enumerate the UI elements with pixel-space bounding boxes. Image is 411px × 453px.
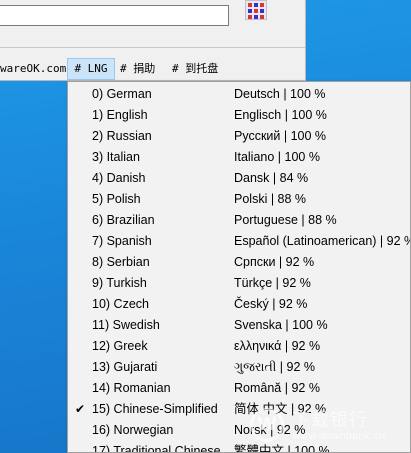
language-native-name: Englisch | 100 % <box>234 108 327 122</box>
language-menu-item[interactable]: 2) Russian Русский | 100 % <box>68 126 410 147</box>
watermark-title: 下载银行 <box>292 410 368 431</box>
language-native-name: Polski | 88 % <box>234 192 307 206</box>
watermark: W 下载银行 www.downbank.cn <box>250 404 410 450</box>
language-name: 5) Polish <box>92 192 141 206</box>
language-native-name: Español (Latinoamerican) | 92 % <box>234 234 411 248</box>
app-window: wareOK.com # LNG # 捐助 # 到托盘 <box>0 0 306 81</box>
language-menu-item[interactable]: 4) Danish Dansk | 84 % <box>68 168 410 189</box>
language-native-name: Portuguese | 88 % <box>234 213 337 227</box>
grid-app-icon[interactable] <box>245 0 267 20</box>
language-native-name: Deutsch | 100 % <box>234 87 326 101</box>
language-name: 11) Swedish <box>92 318 160 332</box>
language-menu-item[interactable]: 11) Swedish Svenska | 100 % <box>68 315 410 336</box>
language-dropdown-menu: 0) German Deutsch | 100 % 1) English Englis… <box>67 81 411 453</box>
language-native-name: Română | 92 % <box>234 381 320 395</box>
language-name: 4) Danish <box>92 171 146 185</box>
to-tray-menu[interactable]: # 到托盘 <box>172 58 218 80</box>
language-name: 6) Brazilian <box>92 213 155 227</box>
language-native-name: Türkçe | 92 % <box>234 276 311 290</box>
language-native-name: Italiano | 100 % <box>234 150 320 164</box>
watermark-url: www.downbank.cn <box>292 431 386 442</box>
language-name: 14) Romanian <box>92 381 171 395</box>
language-name: 17) Traditional Chinese <box>92 444 221 453</box>
language-menu-item[interactable]: 0) German Deutsch | 100 % <box>68 84 410 105</box>
language-menu-item[interactable]: 6) Brazilian Portuguese | 88 % <box>68 210 410 231</box>
language-menu-item[interactable]: 14) Romanian Română | 92 % <box>68 378 410 399</box>
language-native-name: Český | 92 % <box>234 297 308 311</box>
checkmark-icon: ✔ <box>74 402 86 416</box>
language-name: 13) Gujarati <box>92 360 158 374</box>
language-name: 10) Czech <box>92 297 149 311</box>
language-menu-item[interactable]: 12) Greek ελληνικά | 92 % <box>68 336 410 357</box>
lng-menu[interactable]: # LNG <box>67 58 115 80</box>
donate-menu[interactable]: # 捐助 <box>120 58 155 80</box>
language-native-name: Dansk | 84 % <box>234 171 309 185</box>
language-name: 7) Spanish <box>92 234 152 248</box>
language-menu-item[interactable]: 5) Polish Polski | 88 % <box>68 189 410 210</box>
language-native-name: ગુજરાતી | 92 % <box>234 360 316 374</box>
language-native-name: Svenska | 100 % <box>234 318 328 332</box>
language-menu-item[interactable]: 1) English Englisch | 100 % <box>68 105 410 126</box>
website-link[interactable]: wareOK.com <box>0 58 66 80</box>
watermark-logo-icon: W <box>250 408 284 442</box>
language-name: 12) Greek <box>92 339 148 353</box>
language-menu-item[interactable]: 8) Serbian Српски | 92 % <box>68 252 410 273</box>
language-native-name: Русский | 100 % <box>234 129 327 143</box>
menu-bar: wareOK.com # LNG # 捐助 # 到托盘 <box>0 58 305 80</box>
language-name: 1) English <box>92 108 148 122</box>
language-native-name: Српски | 92 % <box>234 255 315 269</box>
language-name: 0) German <box>92 87 152 101</box>
language-menu-item[interactable]: 13) Gujarati ગુજરાતી | 92 % <box>68 357 410 378</box>
language-name: 15) Chinese-Simplified <box>92 402 218 416</box>
language-name: 16) Norwegian <box>92 423 174 437</box>
path-input[interactable] <box>0 5 229 26</box>
language-menu-item[interactable]: 10) Czech Český | 92 % <box>68 294 410 315</box>
language-menu-item[interactable]: 3) Italian Italiano | 100 % <box>68 147 410 168</box>
language-name: 8) Serbian <box>92 255 150 269</box>
language-menu-item[interactable]: 7) Spanish Español (Latinoamerican) | 92 … <box>68 231 411 252</box>
language-native-name: ελληνικά | 92 % <box>234 339 321 353</box>
language-name: 9) Turkish <box>92 276 147 290</box>
language-name: 3) Italian <box>92 150 140 164</box>
language-name: 2) Russian <box>92 129 152 143</box>
separator-line <box>0 47 305 48</box>
language-menu-item[interactable]: 9) Turkish Türkçe | 92 % <box>68 273 410 294</box>
